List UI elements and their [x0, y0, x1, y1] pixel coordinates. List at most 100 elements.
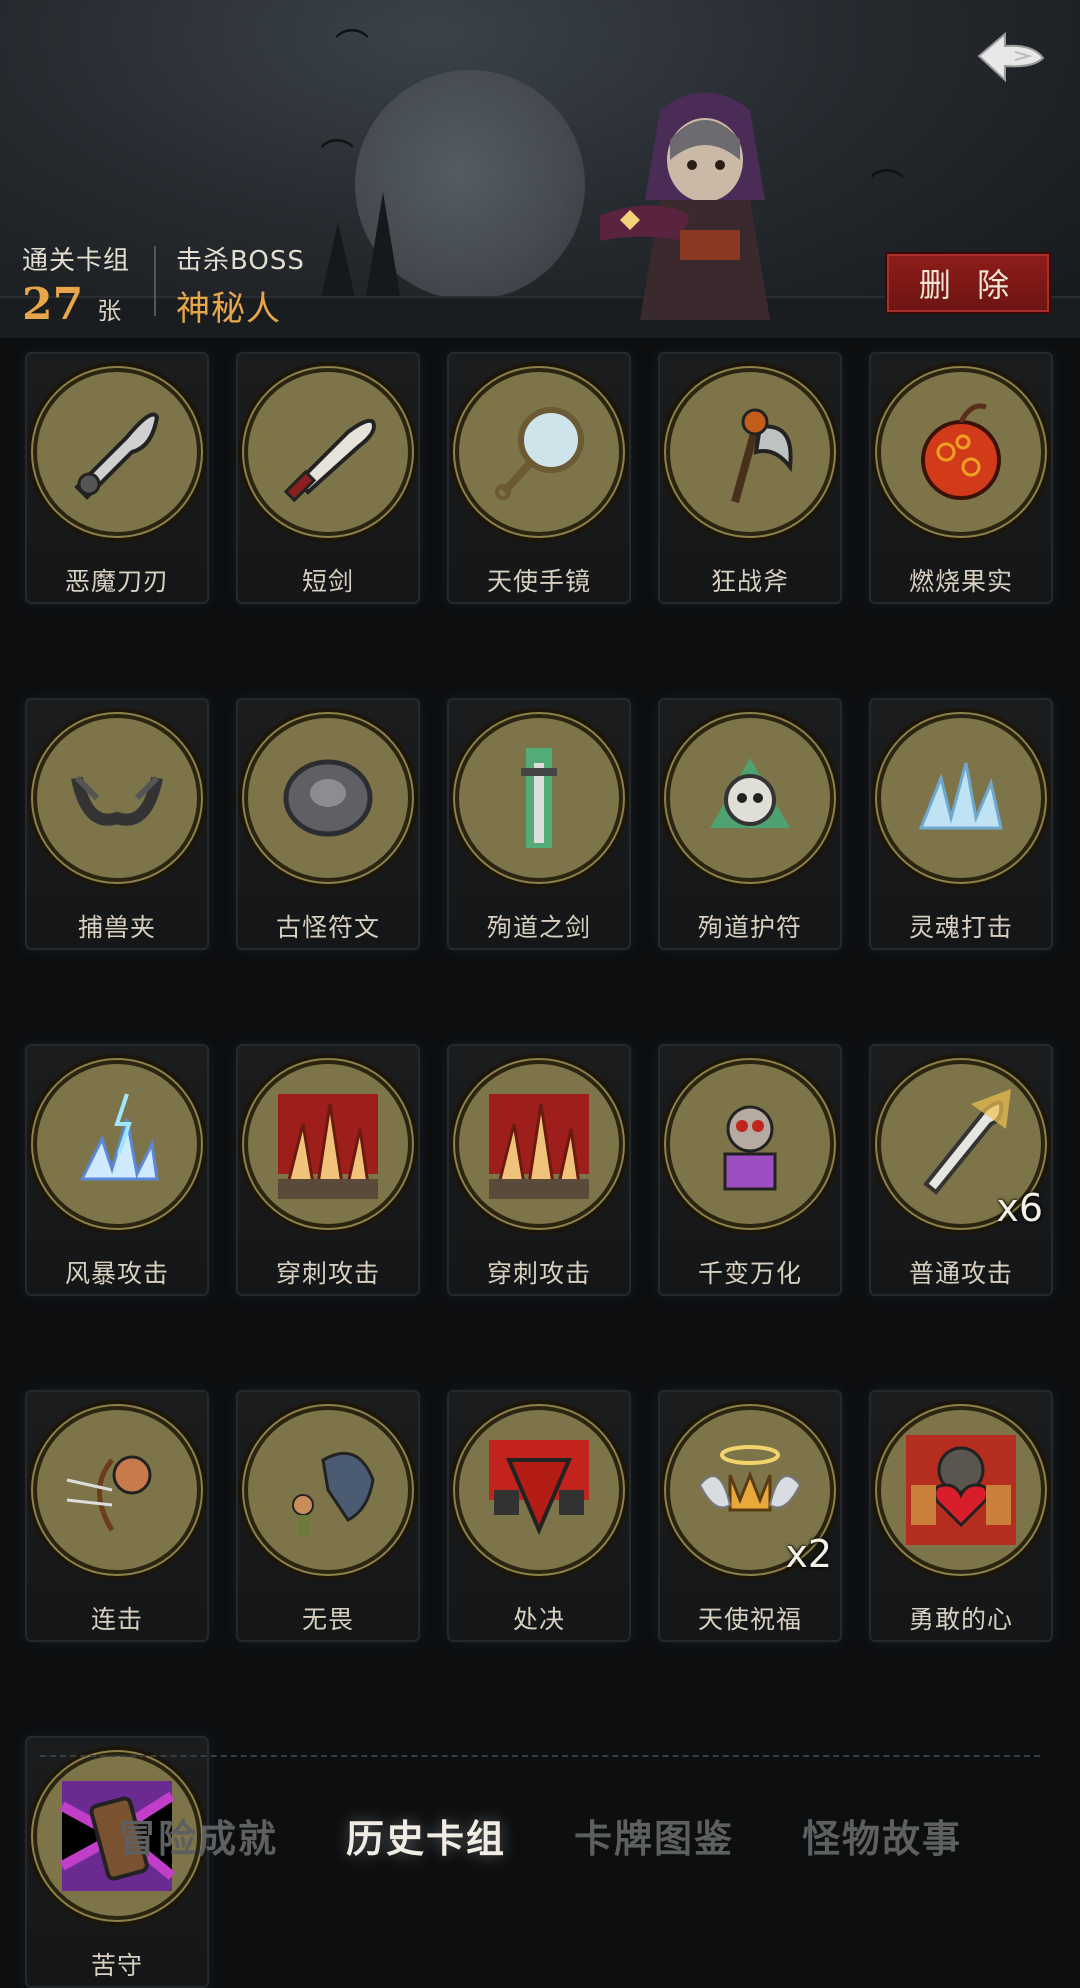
card-count-badge: x2	[785, 1532, 832, 1576]
storm-attack-icon-art	[79, 1093, 159, 1181]
fearless-icon-art	[292, 1451, 375, 1537]
boss-stat: 击杀BOSS 神秘人	[176, 240, 305, 330]
card-name: 捕兽夹	[77, 913, 156, 942]
deck-card[interactable]: 灵魂打击	[869, 698, 1053, 950]
archer-combo-icon-art	[66, 1455, 152, 1532]
bat-icon: ⌒	[335, 27, 369, 67]
pierce-attack-icon-art	[489, 1094, 589, 1199]
deck-card[interactable]: 穿刺攻击	[447, 1044, 631, 1296]
tree-decoration	[320, 222, 356, 302]
rune-stone-icon-art	[283, 759, 373, 837]
card-name: 勇敢的心	[908, 1605, 1013, 1634]
bat-icon: ⌒	[870, 167, 904, 207]
card-name: 殉道护符	[697, 913, 802, 942]
card-name: 穿刺攻击	[275, 1259, 380, 1288]
deck-card[interactable]: x6 普通攻击	[869, 1044, 1053, 1296]
deck-card[interactable]: 恶魔刀刃	[25, 352, 209, 604]
tree-decoration	[365, 192, 401, 302]
hand-mirror-icon-art	[495, 407, 584, 500]
card-count-badge: x6	[996, 1186, 1043, 1230]
deck-card[interactable]: 连击	[25, 1390, 209, 1642]
card-name: 穿刺攻击	[486, 1259, 591, 1288]
tab-0[interactable]: 冒险成就	[104, 1798, 292, 1873]
shapeshift-icon-art	[723, 1105, 777, 1191]
deck-unit: 张	[97, 297, 122, 325]
execute-icon-art	[489, 1440, 589, 1536]
card-name: 古怪符文	[275, 913, 380, 942]
deck-card[interactable]: 古怪符文	[236, 698, 420, 950]
deck-label: 通关卡组	[22, 246, 131, 276]
header-banner: ⌒ ⌒ ⌒ 通关卡组 27 张 击杀BOSS 神秘人 删 除	[0, 0, 1080, 338]
execute-icon	[459, 1410, 619, 1570]
archer-combo-icon	[37, 1410, 197, 1570]
bear-trap-icon	[37, 718, 197, 878]
card-name: 灵魂打击	[908, 913, 1013, 942]
deck-card[interactable]: 勇敢的心	[869, 1390, 1053, 1642]
boss-name: 神秘人	[176, 289, 282, 329]
stat-divider	[154, 246, 157, 316]
back-arrow-icon[interactable]	[975, 28, 1047, 90]
deck-card[interactable]: 短剑	[236, 352, 420, 604]
pierce-attack-icon	[459, 1064, 619, 1224]
brave-heart-icon	[881, 1410, 1041, 1570]
card-name: 殉道之剑	[486, 913, 591, 942]
card-name: 无畏	[301, 1605, 354, 1634]
deck-card[interactable]: 风暴攻击	[25, 1044, 209, 1296]
deck-stat: 通关卡组 27 张	[22, 240, 130, 330]
card-name: 千变万化	[697, 1259, 802, 1288]
soul-strike-icon	[881, 718, 1041, 878]
fearless-icon	[248, 1410, 408, 1570]
deck-card[interactable]: 穿刺攻击	[236, 1044, 420, 1296]
martyr-sword-icon	[459, 718, 619, 878]
pierce-attack-icon-art	[278, 1094, 378, 1199]
run-stats: 通关卡组 27 张 击杀BOSS 神秘人	[22, 240, 305, 330]
card-name: 短剑	[301, 567, 354, 596]
pierce-attack-icon	[248, 1064, 408, 1224]
deck-card-grid: 恶魔刀刃 短剑 天使手镜 狂战斧 燃烧果实捕兽夹 古怪符文 殉道之剑 殉道护符 灵魂打击风暴攻击…	[25, 352, 1053, 1988]
storm-attack-icon	[37, 1064, 197, 1224]
card-name: 处决	[512, 1605, 565, 1634]
deck-card[interactable]: 天使手镜	[447, 352, 631, 604]
burning-fruit-icon-art	[921, 403, 1001, 500]
deck-card[interactable]: 殉道之剑	[447, 698, 631, 950]
bear-trap-icon-art	[71, 775, 163, 826]
battle-axe-icon-art	[731, 408, 793, 504]
deck-card[interactable]: 殉道护符	[658, 698, 842, 950]
card-name: 风暴攻击	[64, 1259, 169, 1288]
bottom-tab-bar: 冒险成就 历史卡组 卡牌图鉴 怪物故事	[0, 1770, 1080, 1900]
burning-fruit-icon	[881, 372, 1041, 532]
tab-divider	[40, 1755, 1040, 1757]
bat-icon: ⌒	[320, 137, 354, 177]
demon-blade-icon-art	[74, 412, 160, 500]
deck-card[interactable]: 狂战斧	[658, 352, 842, 604]
tab-1[interactable]: 历史卡组	[332, 1798, 520, 1873]
card-name: 燃烧果实	[908, 567, 1013, 596]
short-sword-icon-art	[283, 418, 376, 503]
hero-character-illustration	[600, 92, 770, 320]
demon-blade-icon	[37, 372, 197, 532]
card-name: 恶魔刀刃	[64, 567, 169, 596]
deck-card[interactable]: x2 天使祝福	[658, 1390, 842, 1642]
card-name: 连击	[90, 1605, 143, 1634]
soul-strike-icon-art	[918, 762, 1003, 830]
deck-card[interactable]: 燃烧果实	[869, 352, 1053, 604]
martyr-amulet-icon	[670, 718, 830, 878]
delete-button[interactable]: 删 除	[885, 252, 1051, 314]
shapeshift-icon	[670, 1064, 830, 1224]
martyr-amulet-icon-art	[710, 758, 790, 828]
brave-heart-icon-art	[906, 1435, 1016, 1545]
card-name: 天使手镜	[486, 567, 591, 596]
battle-axe-icon	[670, 372, 830, 532]
deck-card[interactable]: 无畏	[236, 1390, 420, 1642]
deck-count-row: 27 张	[22, 279, 130, 330]
hand-mirror-icon	[459, 372, 619, 532]
deck-card[interactable]: 捕兽夹	[25, 698, 209, 950]
deck-card[interactable]: 处决	[447, 1390, 631, 1642]
tab-3[interactable]: 怪物故事	[788, 1798, 976, 1873]
tab-2[interactable]: 卡牌图鉴	[560, 1798, 748, 1873]
deck-card[interactable]: 千变万化	[658, 1044, 842, 1296]
card-name: 狂战斧	[710, 567, 789, 596]
card-name: 苦守	[90, 1951, 143, 1980]
rune-stone-icon	[248, 718, 408, 878]
deck-count: 27	[22, 279, 84, 330]
